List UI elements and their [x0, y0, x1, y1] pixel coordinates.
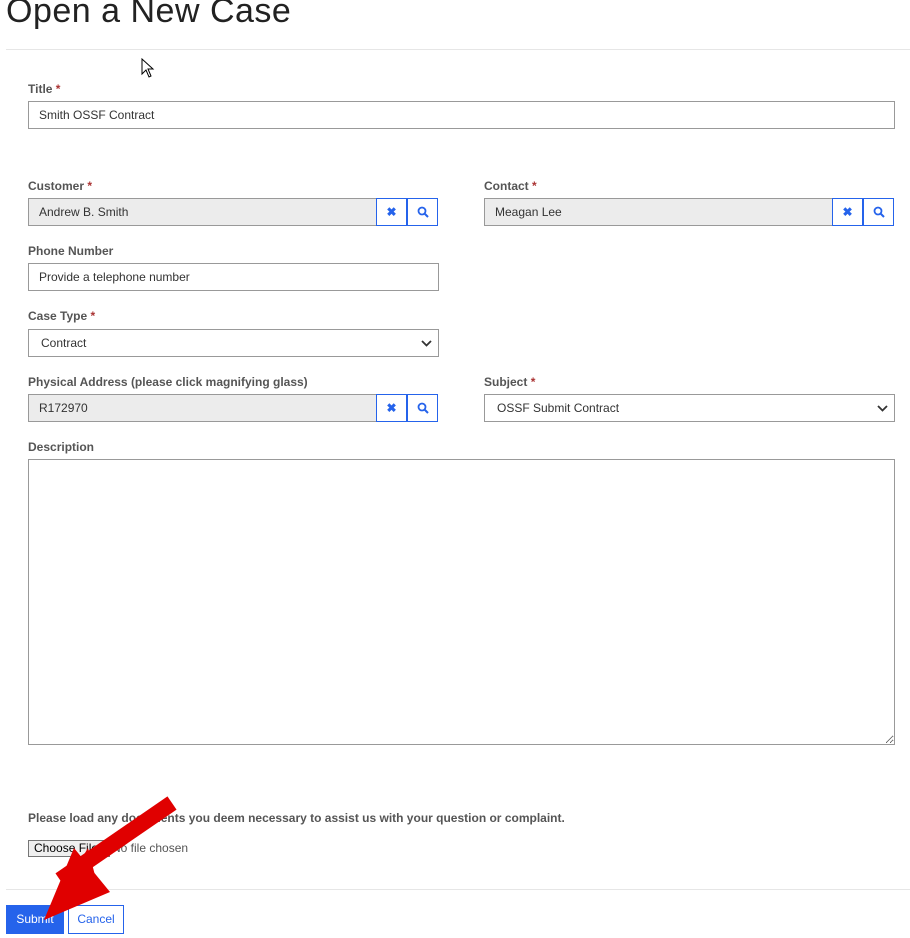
- mouse-cursor-icon: [141, 58, 155, 78]
- annotation-arrow-icon: [44, 796, 177, 920]
